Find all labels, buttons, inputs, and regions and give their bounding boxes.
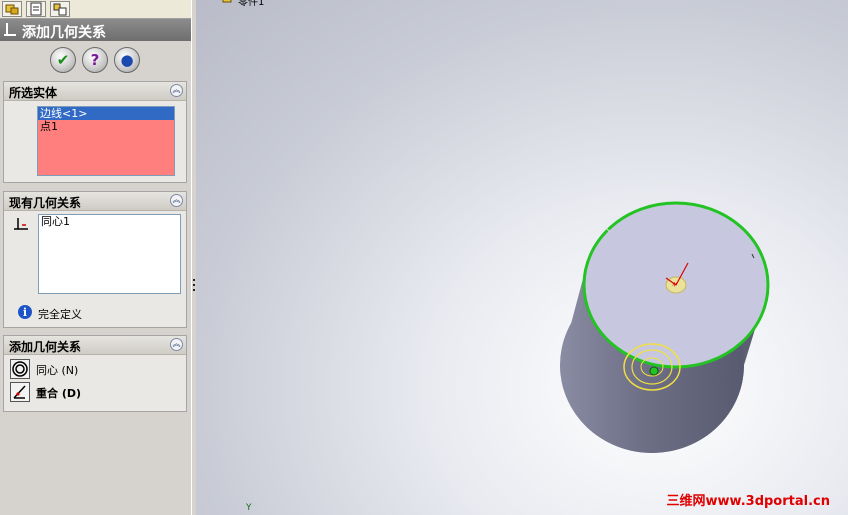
selected-entities-title: 所选实体 xyxy=(9,86,58,100)
concentric-icon xyxy=(10,359,30,379)
panel-tab-bar xyxy=(0,0,191,19)
relation-icon xyxy=(14,218,28,230)
help-button[interactable]: ? xyxy=(82,47,108,73)
point-1-marker[interactable] xyxy=(649,366,659,376)
cylinder-model[interactable]: * xyxy=(196,0,848,515)
selected-entities-group: 所选实体 ︽ 边线<1> 点1 xyxy=(3,81,187,183)
status-text: 完全定义 xyxy=(38,308,82,321)
existing-relations-header[interactable]: 现有几何关系 ︽ xyxy=(4,192,186,211)
concentric-label: 同心 (N) xyxy=(36,364,79,377)
property-sheet-icon xyxy=(30,2,42,16)
relation-icon xyxy=(4,23,16,36)
info-icon: i xyxy=(18,305,32,319)
selected-entities-header[interactable]: 所选实体 ︽ xyxy=(4,82,186,101)
svg-text:i: i xyxy=(23,306,27,319)
coincident-option[interactable]: 重合 (D) xyxy=(10,382,170,402)
add-relations-header[interactable]: 添加几何关系 ︽ xyxy=(4,336,186,355)
axis-label: Y xyxy=(246,503,252,513)
watermark-text: 三维网www.3dportal.cn xyxy=(666,494,830,509)
check-icon: ✔ xyxy=(56,51,70,69)
list-item[interactable]: 边线<1> xyxy=(38,107,174,120)
detail-preview-icon: ● xyxy=(120,51,134,69)
ok-button[interactable]: ✔ xyxy=(50,47,76,73)
property-manager-tab[interactable] xyxy=(26,1,46,17)
svg-text:*: * xyxy=(672,281,677,292)
existing-relations-title: 现有几何关系 xyxy=(9,196,82,210)
concentric-option[interactable]: 同心 (N) xyxy=(10,359,170,379)
property-manager-panel: 添加几何关系 ✔ ? ● 所选实体 ︽ 边线<1> 点1 现有几何关系 ︽ 同心… xyxy=(0,0,192,515)
coincident-label: 重合 (D) xyxy=(36,387,82,400)
existing-relations-group: 现有几何关系 ︽ 同心1 i 完全定义 xyxy=(3,191,187,328)
help-icon: ? xyxy=(90,51,100,69)
panel-title-bar: 添加几何关系 xyxy=(0,19,191,41)
add-relations-group: 添加几何关系 ︽ 同心 (N) 重合 (D) xyxy=(3,335,187,412)
collapse-icon[interactable]: ︽ xyxy=(170,84,183,97)
list-item[interactable]: 同心1 xyxy=(39,215,180,228)
graphics-viewport[interactable]: 零件1 * Y xyxy=(196,0,848,515)
feature-tree-icon xyxy=(5,4,19,15)
coincident-icon xyxy=(10,382,30,402)
selected-entities-list[interactable]: 边线<1> 点1 xyxy=(37,106,175,176)
configuration-icon xyxy=(53,3,67,16)
collapse-icon[interactable]: ︽ xyxy=(170,194,183,207)
list-item[interactable]: 点1 xyxy=(38,120,174,133)
existing-relations-list[interactable]: 同心1 xyxy=(38,214,181,294)
configuration-manager-tab[interactable] xyxy=(50,1,70,17)
detail-preview-button[interactable]: ● xyxy=(114,47,140,73)
add-relations-title: 添加几何关系 xyxy=(9,340,82,354)
feature-manager-tab[interactable] xyxy=(2,1,22,17)
collapse-icon[interactable]: ︽ xyxy=(170,338,183,351)
panel-title: 添加几何关系 xyxy=(22,25,106,41)
